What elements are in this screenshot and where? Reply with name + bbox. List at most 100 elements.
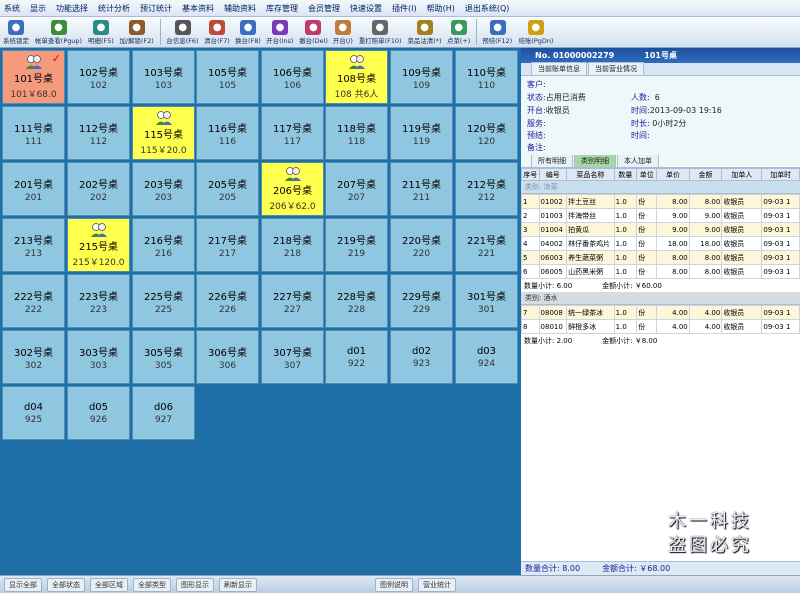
column-header[interactable]: 单位 <box>636 168 658 181</box>
table-tile[interactable]: d01 922 <box>325 330 388 384</box>
table-tile[interactable]: 228号桌 228 <box>325 274 388 328</box>
table-tile[interactable]: 103号桌 103 <box>132 50 195 104</box>
menu-item[interactable]: 显示 <box>30 3 46 14</box>
order-item-row[interactable]: 6 06005 山药黑米粥 1.0 份 8.00 8.00 收银员 09-03 1 <box>521 264 800 279</box>
table-tile[interactable]: 116号桌 116 <box>196 106 259 160</box>
table-tile[interactable]: d04 925 <box>2 386 65 440</box>
bottom-button[interactable]: 全部区域 <box>90 577 128 592</box>
toolbar-button[interactable]: ● 开台(/) <box>332 20 354 47</box>
bottom-button[interactable]: 全部类型 <box>133 577 171 592</box>
menu-item[interactable]: 退出系统(Q) <box>465 3 510 14</box>
table-tile[interactable]: 225号桌 225 <box>132 274 195 328</box>
menu-item[interactable]: 系统 <box>4 3 20 14</box>
table-tile[interactable]: 119号桌 119 <box>390 106 453 160</box>
menu-item[interactable]: 库存管理 <box>266 3 298 14</box>
table-tile[interactable]: 301号桌 301 <box>455 274 518 328</box>
table-tile[interactable]: 211号桌 211 <box>390 162 453 216</box>
tab-detail[interactable]: 类别明细 <box>574 154 616 167</box>
menu-item[interactable]: 功能选择 <box>56 3 88 14</box>
table-tile[interactable]: 108号桌 108 共6人 <box>325 50 388 104</box>
table-tile[interactable]: 203号桌 203 <box>132 162 195 216</box>
table-tile[interactable]: 118号桌 118 <box>325 106 388 160</box>
toolbar-button[interactable]: ● 撤台(Del) <box>298 20 329 47</box>
table-tile[interactable]: 218号桌 218 <box>261 218 324 272</box>
table-tile[interactable]: 216号桌 216 <box>132 218 195 272</box>
table-tile[interactable]: 105号桌 105 <box>196 50 259 104</box>
toolbar-button[interactable]: ● 清台(F7) <box>203 20 231 47</box>
menu-item[interactable]: 基本资料 <box>182 3 214 14</box>
toolbar-button[interactable]: ● 重打照单(F10) <box>357 20 403 47</box>
table-tile[interactable]: 206号桌 206￥62.0 <box>261 162 324 216</box>
table-tile[interactable]: 305号桌 305 <box>132 330 195 384</box>
tab-info[interactable]: 当前营业情况 <box>588 62 644 75</box>
order-item-row[interactable]: 3 01004 拍黄瓜 1.0 份 9.00 9.00 收银员 09-03 1 <box>521 222 800 237</box>
order-item-row[interactable]: 5 06003 养生蔬菜粥 1.0 份 8.00 8.00 收银员 09-03 1 <box>521 250 800 265</box>
order-item-row[interactable]: 4 04002 林仔番茶鸡片 1.0 份 18.00 18.00 收银员 09-03 1 <box>521 236 800 251</box>
toolbar-button[interactable]: ● 点菜(+) <box>446 20 471 47</box>
order-item-row[interactable]: 1 01002 拌土豆丝 1.0 份 8.00 8.00 收银员 09-03 1 <box>521 194 800 209</box>
menu-item[interactable]: 帮助(H) <box>427 3 455 14</box>
column-header[interactable]: 菜品名称 <box>566 168 615 181</box>
column-header[interactable]: 加单时 <box>761 168 800 181</box>
table-tile[interactable]: d02 923 <box>390 330 453 384</box>
bottom-button[interactable]: 营业统计 <box>418 577 456 592</box>
tab-detail[interactable]: 所有明细 <box>531 154 573 167</box>
table-tile[interactable]: 213号桌 213 <box>2 218 65 272</box>
table-tile[interactable]: 307号桌 307 <box>261 330 324 384</box>
table-tile[interactable]: d06 927 <box>132 386 195 440</box>
table-tile[interactable]: 229号桌 229 <box>390 274 453 328</box>
table-tile[interactable]: 220号桌 220 <box>390 218 453 272</box>
table-tile[interactable]: 101号桌 101￥68.0 ✓ <box>2 50 65 104</box>
table-tile[interactable]: 302号桌 302 <box>2 330 65 384</box>
table-tile[interactable]: 227号桌 227 <box>261 274 324 328</box>
table-tile[interactable]: 120号桌 120 <box>455 106 518 160</box>
table-tile[interactable]: 217号桌 217 <box>196 218 259 272</box>
menu-item[interactable]: 辅助资料 <box>224 3 256 14</box>
toolbar-button[interactable]: ● 台信息(F6) <box>165 20 200 47</box>
table-tile[interactable]: 221号桌 221 <box>455 218 518 272</box>
table-tile[interactable]: 106号桌 106 <box>261 50 324 104</box>
table-tile[interactable]: 223号桌 223 <box>67 274 130 328</box>
table-tile[interactable]: 102号桌 102 <box>67 50 130 104</box>
table-tile[interactable]: 201号桌 201 <box>2 162 65 216</box>
toolbar-button[interactable]: ● 预结(F12) <box>481 20 513 47</box>
toolbar-button[interactable]: ● 菜品沽清(*) <box>406 20 443 47</box>
tab-info[interactable]: 当前账单信息 <box>531 62 587 75</box>
table-tile[interactable]: 212号桌 212 <box>455 162 518 216</box>
table-tile[interactable]: 117号桌 117 <box>261 106 324 160</box>
table-tile[interactable]: 222号桌 222 <box>2 274 65 328</box>
toolbar-button[interactable]: ● 帐单查看(Pgup) <box>33 20 84 47</box>
menu-item[interactable]: 会员管理 <box>308 3 340 14</box>
toolbar-button[interactable]: ● 加/解锁(F2) <box>118 20 155 47</box>
table-tile[interactable]: 115号桌 115￥20.0 <box>132 106 195 160</box>
order-item-row[interactable]: 8 08010 鲜橙多冰 1.0 份 4.00 4.00 收银员 09-03 1 <box>521 319 800 334</box>
column-header[interactable]: 加单人 <box>721 168 763 181</box>
table-tile[interactable]: 207号桌 207 <box>325 162 388 216</box>
menu-item[interactable]: 插件(I) <box>392 3 417 14</box>
column-header[interactable]: 金额 <box>688 168 723 181</box>
column-header[interactable]: 编号 <box>538 168 568 181</box>
column-header[interactable]: 单价 <box>656 168 690 181</box>
bottom-button[interactable]: 全部状态 <box>47 577 85 592</box>
menu-item[interactable]: 快速设置 <box>350 3 382 14</box>
table-tile[interactable]: 110号桌 110 <box>455 50 518 104</box>
bottom-button[interactable]: 图形显示 <box>176 577 214 592</box>
bottom-button[interactable]: 刷新显示 <box>219 577 257 592</box>
table-tile[interactable]: 111号桌 111 <box>2 106 65 160</box>
bottom-button[interactable]: 显示全部 <box>4 577 42 592</box>
order-item-row[interactable]: 2 01003 拌海带丝 1.0 份 9.00 9.00 收银员 09-03 1 <box>521 208 800 223</box>
table-tile[interactable]: 109号桌 109 <box>390 50 453 104</box>
table-tile[interactable]: 112号桌 112 <box>67 106 130 160</box>
toolbar-button[interactable]: ● 系统锁定 <box>2 20 30 47</box>
table-tile[interactable]: d05 926 <box>67 386 130 440</box>
table-tile[interactable]: 306号桌 306 <box>196 330 259 384</box>
table-tile[interactable]: 226号桌 226 <box>196 274 259 328</box>
toolbar-button[interactable]: ● 明细(F5) <box>87 20 115 47</box>
order-item-row[interactable]: 7 08008 统一绿茶冰 1.0 份 4.00 4.00 收银员 09-03 1 <box>521 305 800 320</box>
table-tile[interactable]: 202号桌 202 <box>67 162 130 216</box>
menu-item[interactable]: 预订统计 <box>140 3 172 14</box>
column-header[interactable]: 序号 <box>521 168 540 181</box>
table-tile[interactable]: 219号桌 219 <box>325 218 388 272</box>
tab-detail[interactable]: 本人加单 <box>617 154 659 167</box>
table-tile[interactable]: 205号桌 205 <box>196 162 259 216</box>
